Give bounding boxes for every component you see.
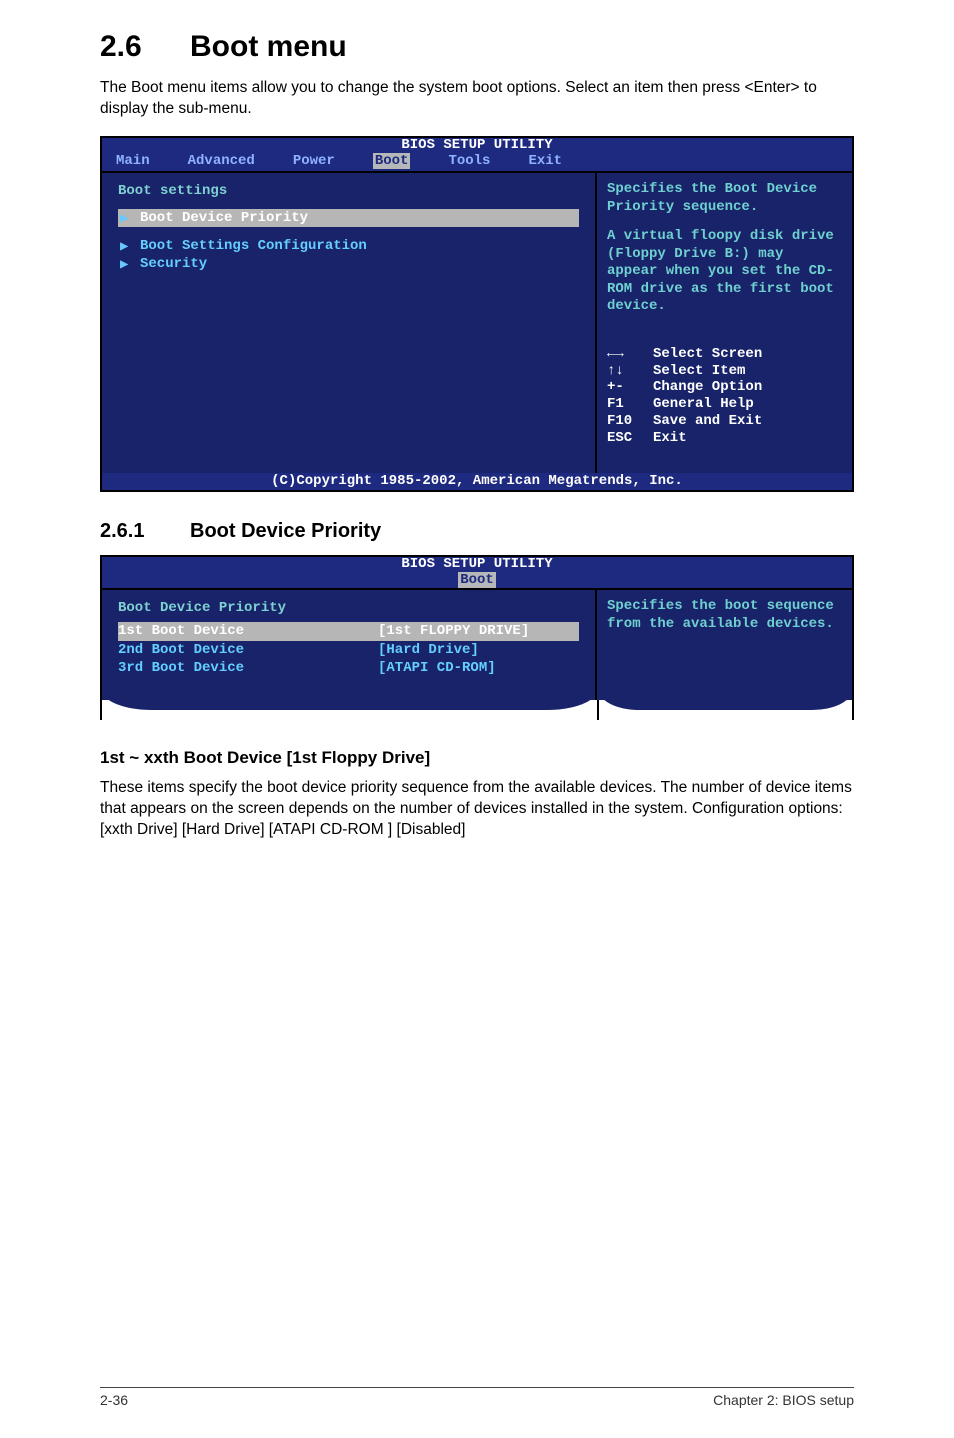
bios-group-heading: Boot Device Priority xyxy=(118,600,579,616)
boot-device-value: [ATAPI CD-ROM] xyxy=(378,659,496,677)
key-hint-row: F1General Help xyxy=(607,396,842,413)
bios-help-panel: Specifies the boot sequence from the ava… xyxy=(597,590,852,700)
bios-left-panel: Boot Device Priority 1st Boot Device [1s… xyxy=(102,590,597,700)
boot-device-label: 2nd Boot Device xyxy=(118,641,378,659)
help-text-secondary: A virtual floopy disk drive (Floppy Driv… xyxy=(607,228,842,316)
key-symbol: ←→ xyxy=(607,346,653,363)
key-action: Select Screen xyxy=(653,346,762,363)
option-heading: 1st ~ xxth Boot Device [1st Floppy Drive… xyxy=(100,748,854,768)
section-title: 2.6 Boot menu xyxy=(100,30,854,64)
triangle-icon: ▶ xyxy=(120,238,128,255)
section-title-text: Boot menu xyxy=(190,30,347,64)
bios-tab-power[interactable]: Power xyxy=(293,153,335,169)
key-action: General Help xyxy=(653,396,754,413)
boot-device-row-2[interactable]: 2nd Boot Device [Hard Drive] xyxy=(118,641,579,659)
key-symbol: F10 xyxy=(607,413,653,430)
subsection-number: 2.6.1 xyxy=(100,520,190,543)
bios-screen-boot-device-priority: BIOS SETUP UTILITY Boot Boot Device Prio… xyxy=(100,555,854,700)
bios-tab-tools[interactable]: Tools xyxy=(448,153,490,169)
key-action: Select Item xyxy=(653,363,745,380)
section-intro: The Boot menu items allow you to change … xyxy=(100,78,854,120)
page-footer: 2-36 Chapter 2: BIOS setup xyxy=(100,1387,854,1408)
footer-chapter: Chapter 2: BIOS setup xyxy=(713,1392,854,1408)
boot-device-value: [Hard Drive] xyxy=(378,641,479,659)
boot-device-row-3[interactable]: 3rd Boot Device [ATAPI CD-ROM] xyxy=(118,659,579,677)
menu-item-label: Security xyxy=(140,256,207,272)
menu-item-boot-settings-configuration[interactable]: ▶ Boot Settings Configuration xyxy=(118,237,579,255)
bios-tab-boot[interactable]: Boot xyxy=(373,153,411,169)
key-hint-row: ↑↓Select Item xyxy=(607,363,842,380)
key-action: Exit xyxy=(653,430,687,447)
menu-item-label: Boot Settings Configuration xyxy=(140,238,367,254)
key-hint-row: ESCExit xyxy=(607,430,842,447)
bios-tab-main[interactable]: Main xyxy=(116,153,150,169)
section-number: 2.6 xyxy=(100,30,190,64)
menu-item-security[interactable]: ▶ Security xyxy=(118,255,579,273)
key-symbol: ↑↓ xyxy=(607,363,653,380)
bios-screen-boot-menu: BIOS SETUP UTILITY Main Advanced Power B… xyxy=(100,136,854,492)
key-symbol: ESC xyxy=(607,430,653,447)
key-hint-row: +-Change Option xyxy=(607,379,842,396)
bios-left-panel: Boot settings ▶ Boot Device Priority ▶ B… xyxy=(102,173,597,473)
key-hint-row: F10Save and Exit xyxy=(607,413,842,430)
key-action: Change Option xyxy=(653,379,762,396)
boot-device-value: [1st FLOPPY DRIVE] xyxy=(378,622,529,640)
bios-curved-cutoff xyxy=(100,700,854,720)
subsection-title: 2.6.1 Boot Device Priority xyxy=(100,520,854,543)
bios-tab-exit[interactable]: Exit xyxy=(528,153,562,169)
boot-device-label: 3rd Boot Device xyxy=(118,659,378,677)
triangle-icon: ▶ xyxy=(120,210,128,227)
menu-item-boot-device-priority[interactable]: ▶ Boot Device Priority xyxy=(118,209,579,227)
footer-page-number: 2-36 xyxy=(100,1392,128,1408)
key-action: Save and Exit xyxy=(653,413,762,430)
bios-tab-advanced[interactable]: Advanced xyxy=(188,153,255,169)
boot-device-label: 1st Boot Device xyxy=(118,622,378,640)
help-text-primary: Specifies the Boot Device Priority seque… xyxy=(607,181,842,216)
bios-title: BIOS SETUP UTILITY xyxy=(102,557,852,572)
help-text-primary: Specifies the boot sequence from the ava… xyxy=(607,598,842,633)
bios-copyright: (C)Copyright 1985-2002, American Megatre… xyxy=(102,473,852,490)
boot-device-row-1[interactable]: 1st Boot Device [1st FLOPPY DRIVE] xyxy=(118,622,579,640)
bios-help-panel: Specifies the Boot Device Priority seque… xyxy=(597,173,852,473)
key-symbol: F1 xyxy=(607,396,653,413)
bios-group-heading: Boot settings xyxy=(118,183,579,199)
key-hint-row: ←→Select Screen xyxy=(607,346,842,363)
key-symbol: +- xyxy=(607,379,653,396)
menu-item-label: Boot Device Priority xyxy=(140,210,308,226)
bios-title: BIOS SETUP UTILITY xyxy=(102,138,852,153)
bios-tab-boot[interactable]: Boot xyxy=(458,572,496,588)
subsection-title-text: Boot Device Priority xyxy=(190,520,381,543)
triangle-icon: ▶ xyxy=(120,256,128,273)
option-description: These items specify the boot device prio… xyxy=(100,778,854,841)
bios-tab-row: Main Advanced Power Boot Tools Exit xyxy=(102,153,852,171)
